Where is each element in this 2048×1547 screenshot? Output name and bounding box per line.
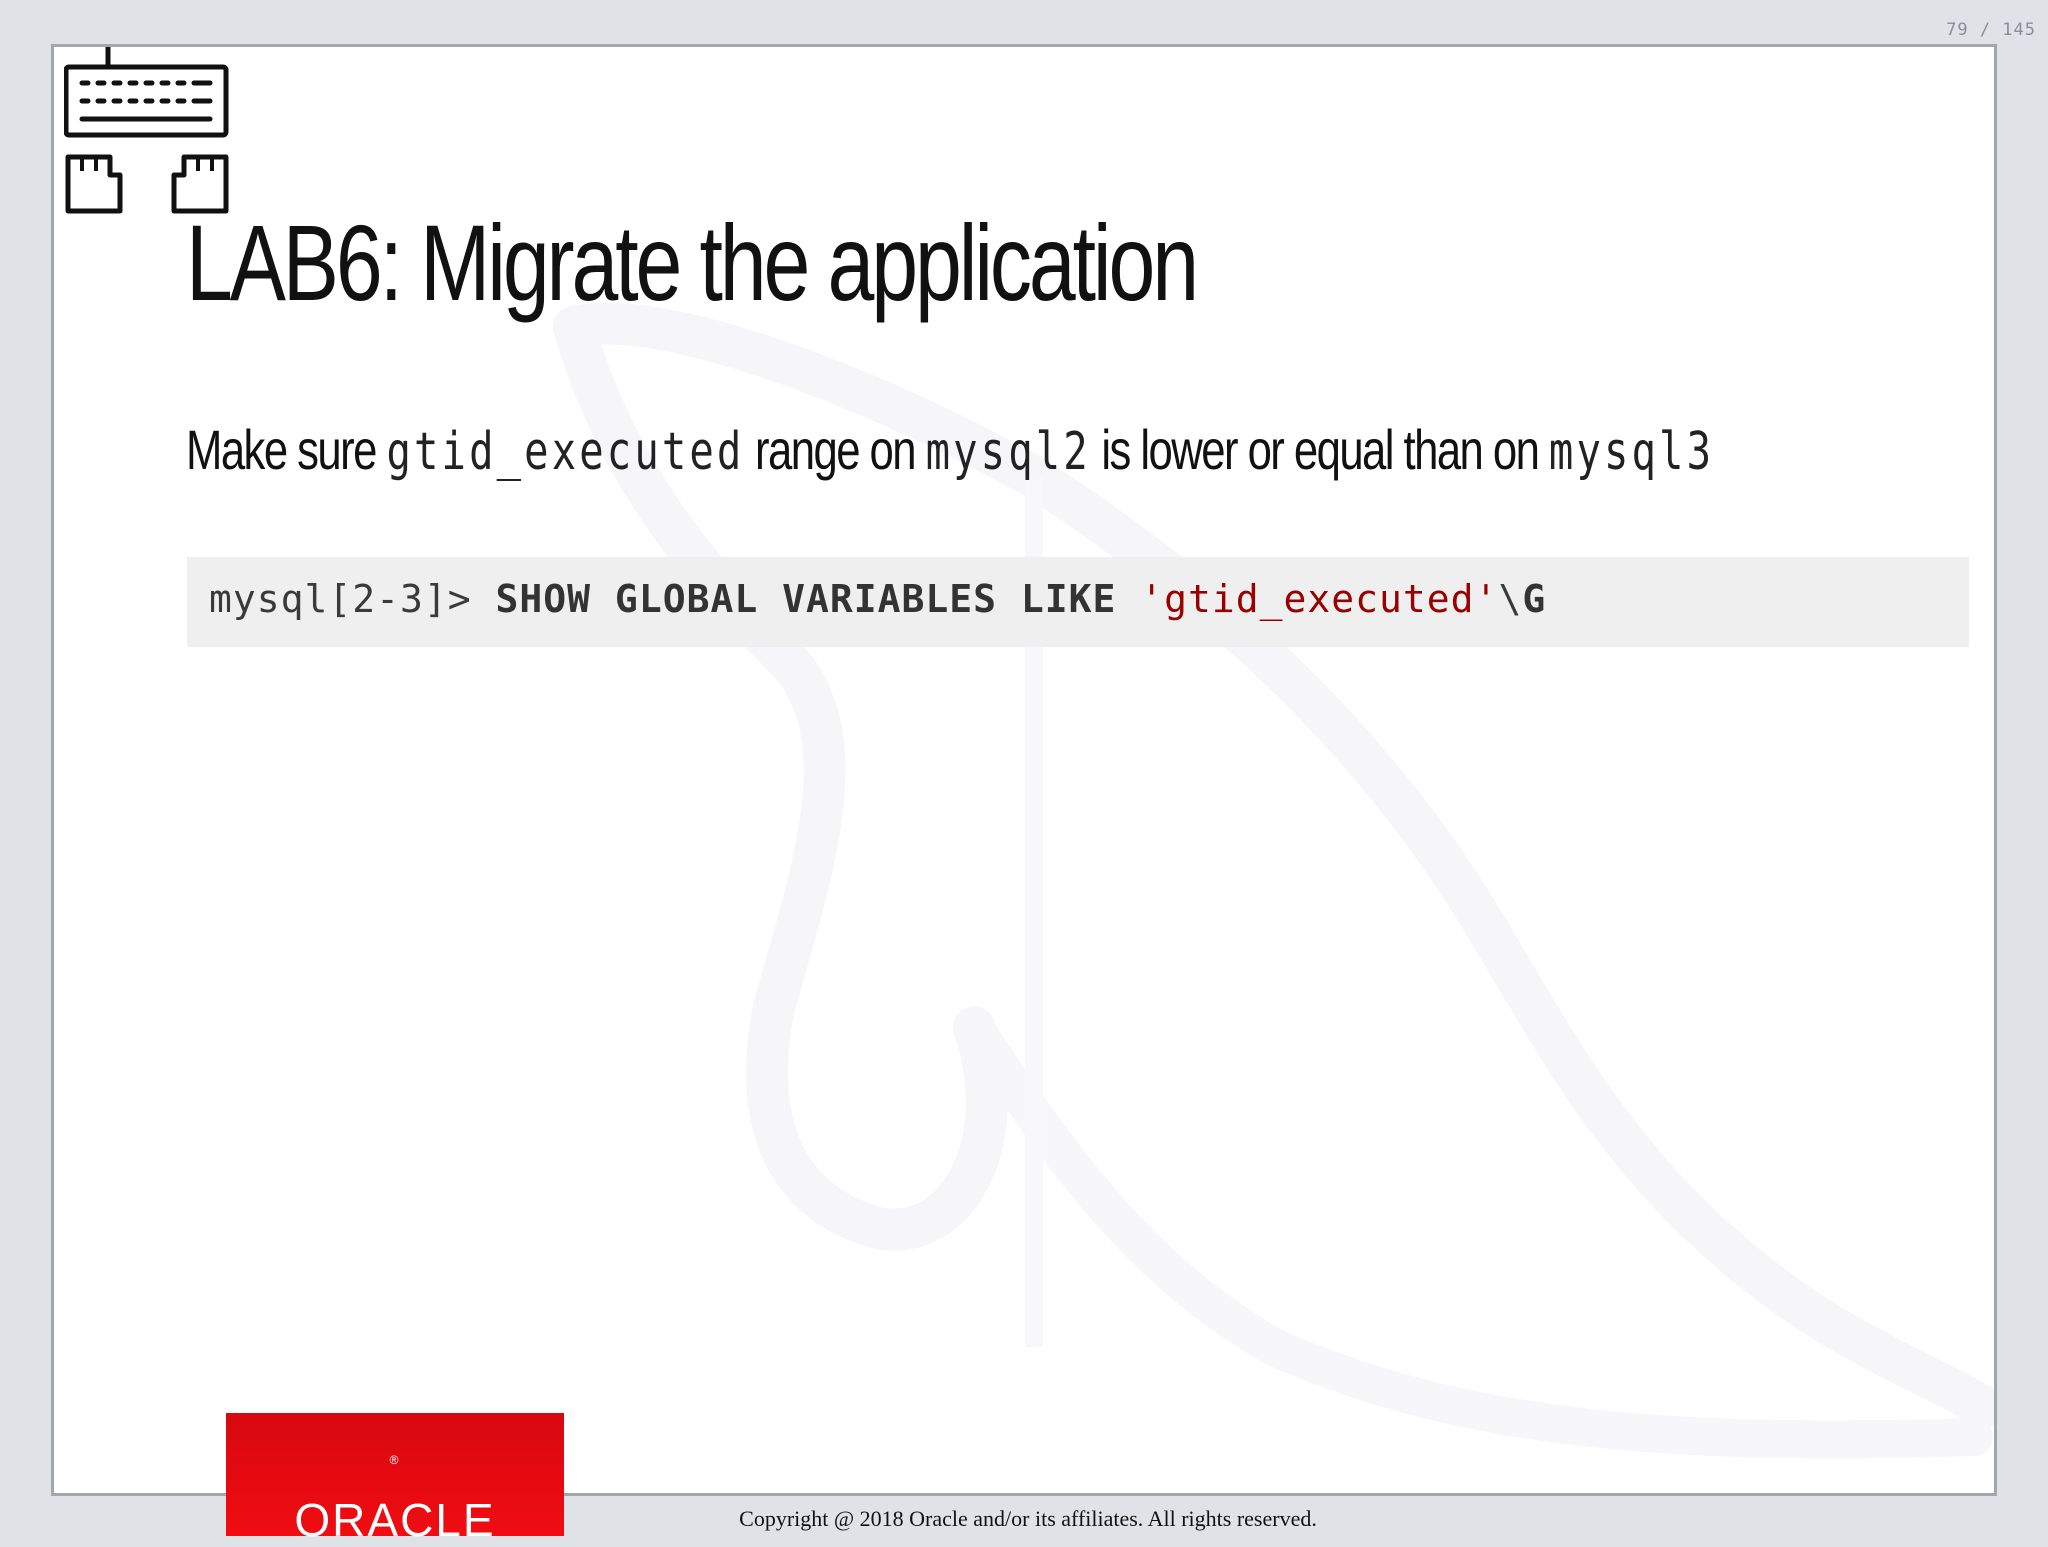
oracle-registered-mark: ® <box>389 1453 401 1467</box>
subtitle-code-gtid: gtid_executed <box>386 422 745 482</box>
code-keywords: SHOW GLOBAL VARIABLES LIKE <box>495 577 1141 621</box>
keyboard-hands-icon <box>64 47 229 214</box>
subtitle-text: Make sure <box>186 418 387 481</box>
subtitle-text: is lower or equal than on <box>1090 418 1549 481</box>
code-backslash: \ <box>1498 577 1523 621</box>
slide-subtitle: Make sure gtid_executed range on mysql2 … <box>186 417 1714 482</box>
code-terminator: G <box>1522 577 1547 621</box>
subtitle-code-mysql2: mysql2 <box>925 422 1091 482</box>
subtitle-text: range on <box>744 418 926 481</box>
code-block: mysql[2-3]> SHOW GLOBAL VARIABLES LIKE '… <box>187 557 1969 647</box>
code-line: mysql[2-3]> SHOW GLOBAL VARIABLES LIKE '… <box>209 577 1546 621</box>
code-prompt: mysql[2-3]> <box>209 577 496 621</box>
page-counter: 79 / 145 <box>1946 20 2036 40</box>
copyright-notice: Copyright @ 2018 Oracle and/or its affil… <box>0 1506 2048 1532</box>
slide: LAB6: Migrate the application Make sure … <box>51 44 1997 1496</box>
code-string: 'gtid_executed' <box>1140 577 1499 621</box>
subtitle-code-mysql3: mysql3 <box>1548 422 1715 482</box>
copyright-text: Copyright @ 2018 Oracle and/or its affil… <box>739 1506 1317 1531</box>
slide-title: LAB6: Migrate the application <box>186 202 1199 323</box>
